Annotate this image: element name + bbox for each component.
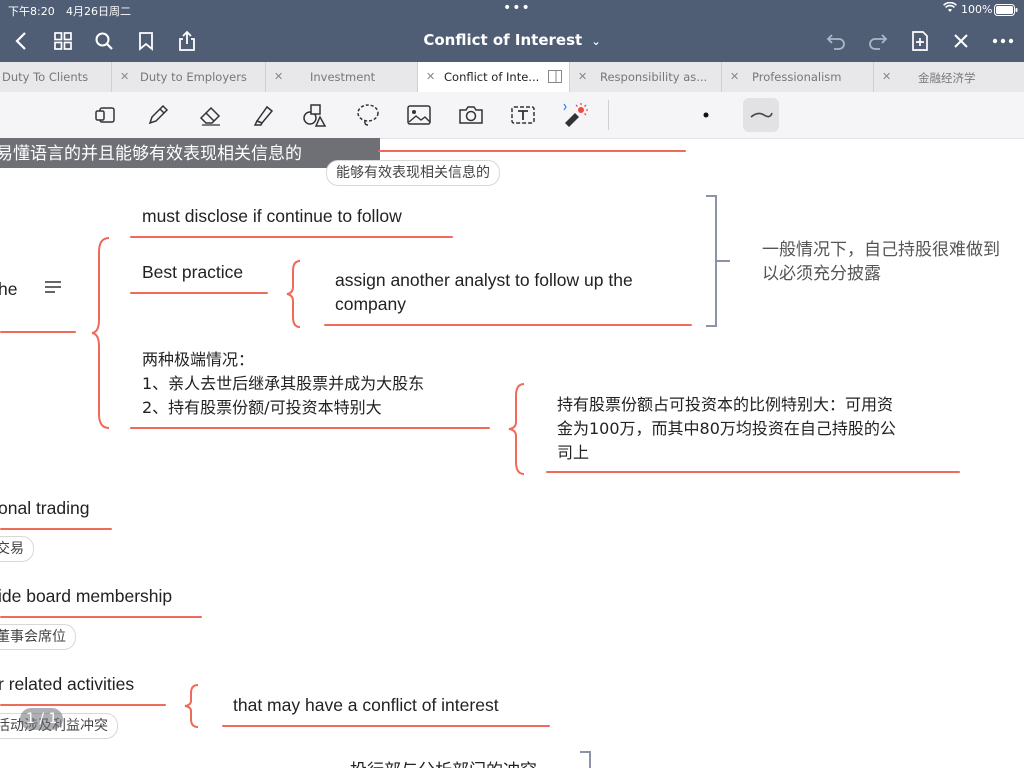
- laser-pointer-icon[interactable]: [561, 101, 589, 129]
- brace-ratio-icon: [508, 383, 525, 475]
- tab-conflict-of-interest[interactable]: ✕ Conflict of Inte...: [418, 62, 570, 93]
- right-note-line2: 以必须充分披露: [762, 264, 881, 284]
- bracket-bottom-icon: [580, 751, 591, 768]
- close-icon[interactable]: [948, 28, 974, 54]
- extreme-cases-line3: 2、持有股票份额/可投资本特别大: [142, 398, 382, 417]
- partial-node-text: he: [0, 279, 18, 299]
- best-practice-text: Best practice: [142, 262, 244, 282]
- right-note-line1: 一般情况下，自己持股很难做到: [762, 240, 1000, 260]
- text-box-icon[interactable]: [509, 101, 537, 129]
- tab-label: Investment: [310, 70, 376, 84]
- tab-close-icon[interactable]: ✕: [274, 70, 283, 83]
- tab-close-icon[interactable]: ✕: [882, 70, 891, 83]
- tab-label: Responsibility as...: [600, 70, 708, 84]
- pen-size-dot-icon[interactable]: [692, 101, 720, 129]
- eraser-icon[interactable]: [197, 101, 225, 129]
- extreme-cases-line1: 两种极端情况：: [142, 350, 255, 369]
- tab-close-icon[interactable]: ✕: [426, 70, 435, 83]
- pen-stroke-style-icon[interactable]: [743, 98, 779, 132]
- highlighter-icon[interactable]: [249, 101, 277, 129]
- wifi-icon: [943, 1, 957, 16]
- undo-icon[interactable]: [823, 28, 849, 54]
- assign-analyst-text-line2: company: [335, 294, 407, 314]
- highlighted-text-banner: 易懂语言的并且能够有效表现相关信息的: [0, 138, 380, 168]
- underline: [222, 725, 550, 727]
- brace-conflict-icon: [184, 684, 199, 728]
- underline: [0, 528, 112, 530]
- note-canvas[interactable]: 易懂语言的并且能够有效表现相关信息的 能够有效表现相关信息的 he must d…: [0, 138, 1024, 768]
- underline: [0, 331, 76, 333]
- tab-responsibility[interactable]: ✕ Responsibility as...: [570, 62, 722, 92]
- tab-close-icon[interactable]: ✕: [120, 70, 129, 83]
- assign-analyst-text-line1: assign another analyst to follow up the: [335, 270, 633, 290]
- image-icon[interactable]: [405, 101, 433, 129]
- camera-icon[interactable]: [457, 101, 485, 129]
- bottom-partial-text: 投行部与分析部门的冲突: [350, 759, 537, 768]
- underline: [0, 616, 202, 618]
- ratio-text-line3: 司上: [557, 443, 590, 462]
- bracket-right-icon: [706, 195, 730, 327]
- personal-trading-text: onal trading: [0, 498, 90, 518]
- board-membership-pill: 董事会席位: [0, 624, 76, 650]
- translation-pill: 能够有效表现相关信息的: [326, 160, 500, 186]
- tab-label: Professionalism: [752, 70, 842, 84]
- underline: [0, 704, 166, 706]
- status-date: 4月26日周二: [66, 5, 131, 18]
- split-view-icon[interactable]: [548, 70, 562, 86]
- document-title-text: Conflict of Interest: [423, 31, 583, 49]
- tab-label: Duty To Clients: [2, 70, 89, 84]
- battery-icon: [994, 4, 1018, 19]
- brace-small-icon: [286, 260, 301, 328]
- node-menu-icon[interactable]: [44, 279, 62, 299]
- tab-financial-economics[interactable]: ✕ 金融经济学: [874, 62, 1024, 92]
- toolbar-divider: [608, 100, 609, 130]
- ratio-text-line2: 金为100万，而其中80万均投资在自己持股的公: [557, 419, 896, 438]
- banner-text: 易懂语言的并且能够有效表现相关信息的: [0, 144, 302, 164]
- underline: [130, 427, 490, 429]
- underline: [130, 236, 453, 238]
- chevron-down-icon: ⌄: [591, 35, 601, 48]
- tab-label: 金融经济学: [918, 71, 976, 85]
- drawing-toolbar: [0, 92, 1024, 139]
- conflict-note-text: that may have a conflict of interest: [233, 695, 499, 715]
- brace-left-icon: [91, 237, 110, 429]
- underline: [378, 150, 686, 152]
- battery-percent: 100%: [961, 3, 993, 16]
- underline: [546, 471, 960, 473]
- must-disclose-text: must disclose if continue to follow: [142, 206, 402, 226]
- tab-bar: Duty To Clients ✕ Duty to Employers ✕ In…: [0, 62, 1024, 93]
- shapes-icon[interactable]: [300, 101, 328, 129]
- ratio-text-line1: 持有股票份额占可投资本的比例特别大：可用资: [557, 395, 894, 414]
- extreme-cases-line2: 1、亲人去世后继承其股票并成为大股东: [142, 374, 425, 393]
- underline: [130, 292, 268, 294]
- status-time: 下午8:20: [8, 5, 55, 18]
- underline: [324, 324, 692, 326]
- tab-label: Conflict of Inte...: [444, 70, 540, 84]
- board-membership-text: ide board membership: [0, 586, 173, 606]
- redo-icon[interactable]: [865, 28, 891, 54]
- add-page-icon[interactable]: [907, 28, 933, 54]
- tab-close-icon[interactable]: ✕: [730, 70, 739, 83]
- status-bar: 下午8:20 4月26日周二 ••• 100%: [0, 0, 1024, 20]
- reading-mode-icon[interactable]: [92, 101, 120, 129]
- tab-label: Duty to Employers: [140, 70, 247, 84]
- tab-professionalism[interactable]: ✕ Professionalism: [722, 62, 874, 92]
- multitask-dots-icon[interactable]: •••: [503, 0, 531, 16]
- more-options-icon[interactable]: [990, 28, 1016, 54]
- tab-duty-to-clients[interactable]: Duty To Clients: [0, 62, 112, 92]
- related-activities-text: r related activities: [0, 674, 135, 694]
- pen-icon[interactable]: [144, 101, 172, 129]
- personal-trading-pill: 交易: [0, 536, 34, 562]
- tab-investment[interactable]: ✕ Investment: [266, 62, 418, 92]
- nav-bar: Conflict of Interest ⌄: [0, 20, 1024, 62]
- tab-close-icon[interactable]: ✕: [578, 70, 587, 83]
- tab-duty-to-employers[interactable]: ✕ Duty to Employers: [112, 62, 266, 92]
- lasso-icon[interactable]: [354, 101, 382, 129]
- page-indicator: 1 / 1: [20, 708, 64, 730]
